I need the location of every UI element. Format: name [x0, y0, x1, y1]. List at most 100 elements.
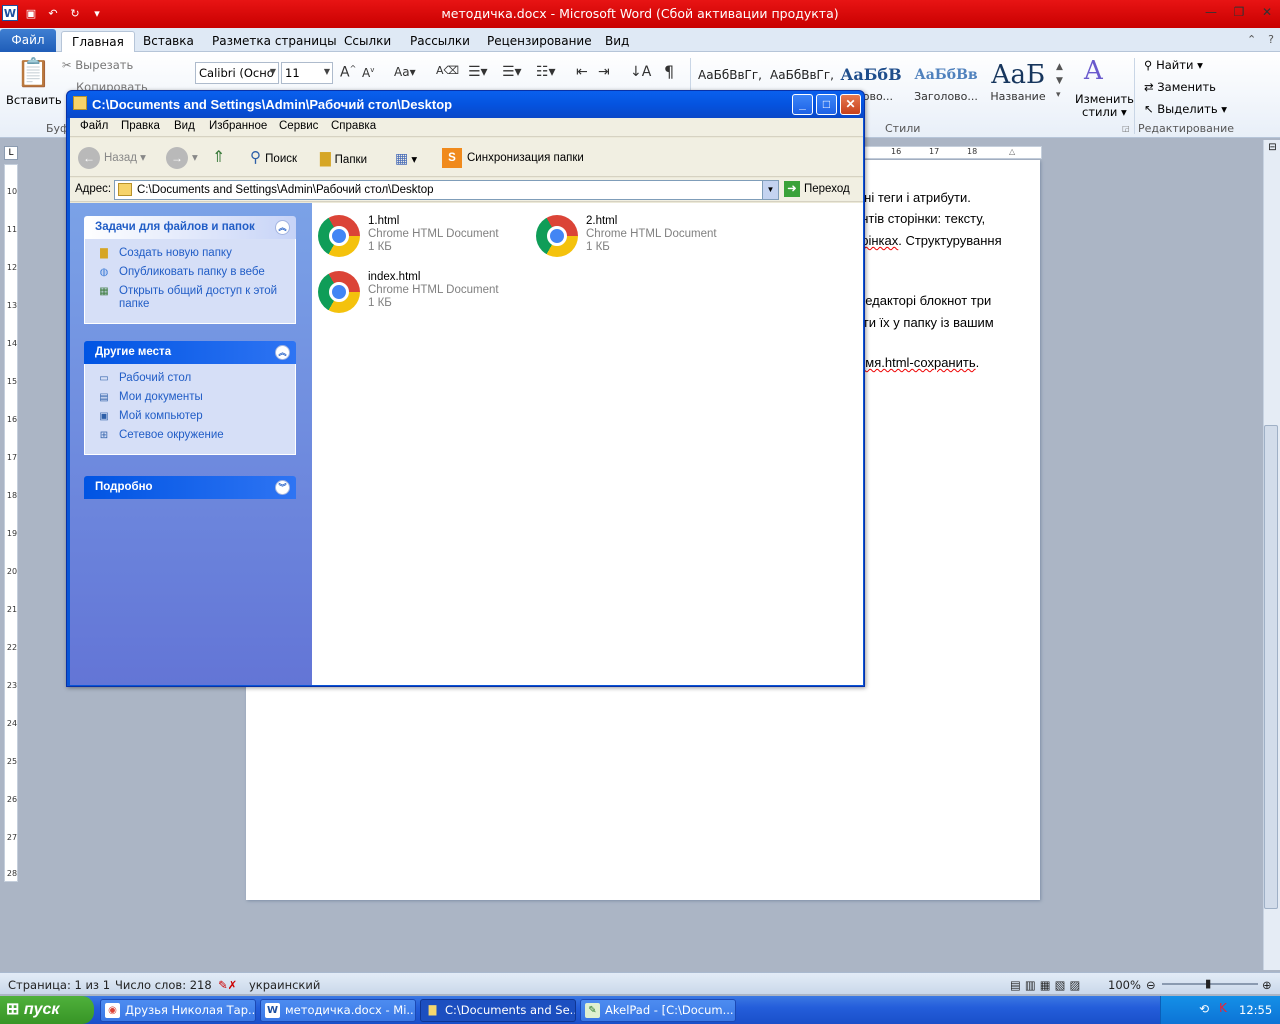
- minimize-ribbon-icon[interactable]: ⌃: [1247, 33, 1256, 46]
- file-item[interactable]: index.html Chrome HTML Document 1 КБ: [312, 267, 522, 315]
- show-formatting-button[interactable]: ¶: [664, 62, 674, 81]
- vertical-ruler[interactable]: 10 11 12 13 14 15 16 17 18 19 20 21 22 2…: [4, 164, 18, 882]
- tab-stop-selector[interactable]: L: [4, 146, 18, 160]
- zoom-in-icon[interactable]: ⊕: [1262, 978, 1272, 992]
- task-chrome[interactable]: ◉ Друзья Николая Тар...: [100, 999, 256, 1022]
- minimize-icon[interactable]: —: [1202, 4, 1220, 20]
- place-network[interactable]: ⊞ Сетевое окружение: [96, 429, 287, 442]
- redo-icon[interactable]: ↻: [66, 4, 84, 22]
- cut-button[interactable]: ✂ Вырезать: [62, 58, 133, 72]
- paste-icon[interactable]: 📋: [16, 56, 51, 89]
- change-styles-button[interactable]: Изменить: [1075, 92, 1134, 106]
- tab-file[interactable]: Файл: [0, 29, 56, 52]
- word-app-icon[interactable]: W: [2, 5, 18, 21]
- tab-home[interactable]: Главная: [61, 31, 135, 52]
- status-page[interactable]: Страница: 1 из 1: [8, 978, 110, 992]
- minimize-button[interactable]: _: [792, 94, 813, 115]
- decrease-indent-icon[interactable]: ⇤: [576, 64, 588, 80]
- bullets-icon[interactable]: ☰▾: [468, 64, 488, 80]
- back-button[interactable]: ← Назад ▾: [78, 146, 146, 170]
- close-icon[interactable]: ✕: [1258, 4, 1276, 20]
- menu-tools[interactable]: Сервис: [279, 120, 318, 132]
- clock[interactable]: 12:55: [1239, 1003, 1272, 1017]
- forward-button[interactable]: → ▾: [166, 146, 198, 170]
- maximize-button[interactable]: □: [816, 94, 837, 115]
- grow-font-icon[interactable]: A^: [340, 64, 356, 81]
- status-language[interactable]: украинский: [249, 978, 320, 992]
- expand-icon[interactable]: ︾: [275, 480, 290, 495]
- paste-button[interactable]: Вставить: [6, 93, 62, 107]
- zoom-out-icon[interactable]: ⊖: [1146, 978, 1156, 992]
- increase-indent-icon[interactable]: ⇥: [598, 64, 610, 80]
- panel-header[interactable]: Подробно ︾: [84, 476, 296, 499]
- change-case-icon[interactable]: Aa▾: [394, 65, 416, 79]
- menu-help[interactable]: Справка: [331, 120, 376, 132]
- explorer-title-bar[interactable]: C:\Documents and Settings\Admin\Рабочий …: [67, 91, 864, 118]
- close-button[interactable]: ✕: [840, 94, 861, 115]
- folders-button[interactable]: ▇ Папки: [320, 146, 367, 170]
- replace-button[interactable]: ⇄ Заменить: [1144, 80, 1216, 94]
- customize-qat-icon[interactable]: ▾: [88, 4, 106, 22]
- zoom-level[interactable]: 100%: [1108, 978, 1141, 992]
- tab-references[interactable]: Ссылки: [334, 31, 401, 52]
- up-folder-button[interactable]: ⇑: [212, 146, 225, 170]
- task-explorer[interactable]: ▇ C:\Documents and Se...: [420, 999, 576, 1022]
- panel-header[interactable]: Задачи для файлов и папок ︽: [84, 216, 296, 239]
- save-icon[interactable]: ▣: [22, 4, 40, 22]
- search-button[interactable]: ⚲ Поиск: [250, 146, 297, 170]
- tab-view[interactable]: Вид: [595, 31, 639, 52]
- menu-favorites[interactable]: Избранное: [209, 120, 267, 132]
- numbering-icon[interactable]: ☰▾: [502, 64, 522, 80]
- scrollbar-thumb[interactable]: [1264, 425, 1278, 909]
- maximize-icon[interactable]: ❐: [1230, 4, 1248, 20]
- views-button[interactable]: ▦ ▾: [395, 146, 417, 170]
- sync-folder-button[interactable]: S Синхронизация папки: [442, 146, 584, 170]
- place-desktop[interactable]: ▭ Рабочий стол: [96, 372, 287, 385]
- menu-edit[interactable]: Правка: [121, 120, 160, 132]
- task-publish-web[interactable]: ◍ Опубликовать папку в вебе: [96, 266, 287, 279]
- address-dropdown-icon[interactable]: ▼: [762, 181, 778, 199]
- collapse-icon[interactable]: ︽: [275, 220, 290, 235]
- antivirus-icon[interactable]: K: [1219, 1001, 1227, 1015]
- menu-view[interactable]: Вид: [174, 120, 195, 132]
- file-item[interactable]: 2.html Chrome HTML Document 1 КБ: [530, 211, 740, 259]
- file-item[interactable]: 1.html Chrome HTML Document 1 КБ: [312, 211, 522, 259]
- menu-file[interactable]: Файл: [80, 120, 108, 132]
- zoom-slider-thumb[interactable]: ▮: [1205, 976, 1211, 990]
- copy-button[interactable]: Копировать: [76, 80, 148, 90]
- undo-icon[interactable]: ↶: [44, 4, 62, 22]
- tab-page-layout[interactable]: Разметка страницы: [202, 31, 347, 52]
- style-heading2[interactable]: АаБбВв Заголово...: [911, 60, 981, 116]
- ruler-toggle-icon[interactable]: ⊟: [1266, 142, 1279, 162]
- address-input[interactable]: C:\Documents and Settings\Admin\Рабочий …: [114, 180, 779, 200]
- right-indent-marker-icon[interactable]: △: [1009, 147, 1015, 156]
- task-akelpad[interactable]: ✎ AkelPad - [C:\Docum...: [580, 999, 736, 1022]
- tab-mailings[interactable]: Рассылки: [400, 31, 480, 52]
- panel-header[interactable]: Другие места ︽: [84, 341, 296, 364]
- select-button[interactable]: ↖ Выделить ▾: [1144, 102, 1227, 116]
- font-size-combo[interactable]: 11 ▼: [281, 62, 333, 84]
- change-styles-button-line2[interactable]: стили ▾: [1082, 105, 1127, 119]
- shrink-font-icon[interactable]: Av: [362, 66, 374, 80]
- change-styles-icon[interactable]: A: [1084, 56, 1103, 86]
- place-my-computer[interactable]: ▣ Мой компьютер: [96, 410, 287, 423]
- font-name-combo[interactable]: Calibri (Осно ▼: [195, 62, 279, 84]
- task-new-folder[interactable]: ▇ Создать новую папку: [96, 247, 287, 260]
- find-button[interactable]: ⚲ Найти ▾: [1144, 58, 1203, 72]
- styles-scroll-icon[interactable]: ▲ ▼ ▾: [1056, 60, 1063, 102]
- task-word[interactable]: Wметодичка.docx - Mi...: [260, 999, 416, 1022]
- multilevel-list-icon[interactable]: ☷▾: [536, 64, 556, 80]
- sort-icon[interactable]: ↓A: [630, 64, 651, 80]
- dialog-launcher-icon[interactable]: ◲: [1122, 124, 1130, 133]
- start-button[interactable]: ⊞ пуск: [0, 996, 94, 1024]
- tab-insert[interactable]: Вставка: [133, 31, 204, 52]
- status-word-count[interactable]: Число слов: 218: [115, 978, 212, 992]
- tab-review[interactable]: Рецензирование: [477, 31, 602, 52]
- task-share-folder[interactable]: ▦ Открыть общий доступ к этой папке: [96, 285, 287, 311]
- network-icon[interactable]: ⟲: [1199, 1002, 1209, 1016]
- collapse-icon[interactable]: ︽: [275, 345, 290, 360]
- go-button[interactable]: ➜ Переход: [784, 181, 850, 197]
- view-buttons[interactable]: ▤▥▦▧▨: [1010, 978, 1084, 992]
- clear-format-icon[interactable]: A⌫: [436, 64, 459, 77]
- place-my-documents[interactable]: ▤ Мои документы: [96, 391, 287, 404]
